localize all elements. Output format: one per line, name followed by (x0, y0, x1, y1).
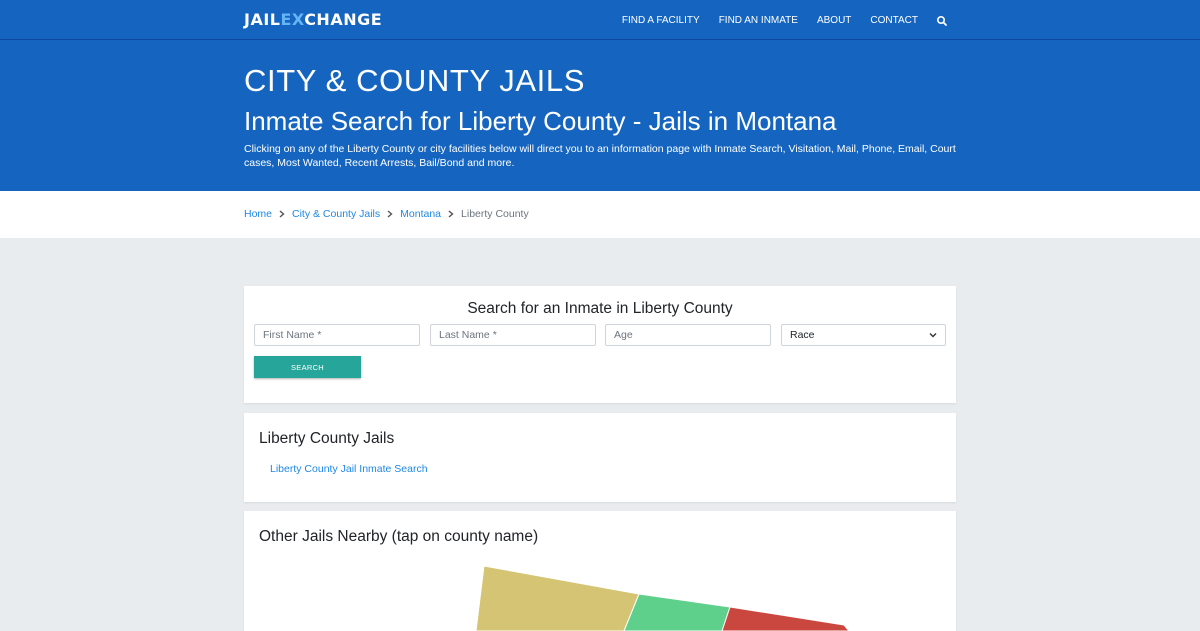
first-name-input[interactable] (254, 324, 420, 346)
map-county-1[interactable] (475, 565, 640, 631)
breadcrumb-city-county-jails[interactable]: City & County Jails (292, 208, 380, 220)
jail-link[interactable]: Liberty County Jail Inmate Search (270, 463, 428, 475)
nav-find-facility[interactable]: FIND A FACILITY (622, 15, 700, 26)
map-county-3[interactable] (721, 606, 850, 631)
chevron-right-icon (279, 210, 285, 218)
hero-banner: CITY & COUNTY JAILS Inmate Search for Li… (0, 40, 1200, 191)
nav-find-inmate[interactable]: FIND AN INMATE (719, 15, 798, 26)
breadcrumb: Home City & County Jails Montana Liberty… (244, 208, 529, 220)
site-logo[interactable]: JAILEXCHANGE (244, 10, 382, 29)
search-button[interactable]: SEARCH (254, 356, 361, 378)
county-jails-title: Liberty County Jails (259, 430, 395, 447)
nav-links: FIND A FACILITY FIND AN INMATE ABOUT CON… (603, 0, 948, 40)
logo-text-right: CHANGE (304, 10, 383, 29)
page-title: Inmate Search for Liberty County - Jails… (244, 106, 837, 136)
search-card-title: Search for an Inmate in Liberty County (467, 300, 733, 317)
county-jails-card: Liberty County Jails Liberty County Jail… (244, 413, 956, 502)
section-kicker: CITY & COUNTY JAILS (244, 63, 586, 98)
map-county-2[interactable] (623, 593, 731, 631)
last-name-input[interactable] (430, 324, 596, 346)
nav-contact[interactable]: CONTACT (870, 15, 918, 26)
breadcrumb-current: Liberty County (461, 208, 529, 220)
race-select-value: Race (790, 329, 815, 341)
logo-text-accent: EX (280, 10, 305, 29)
race-select[interactable]: Race (781, 324, 946, 346)
logo-text-left: JAIL (244, 10, 281, 29)
nearby-jails-card: Other Jails Nearby (tap on county name) (244, 511, 956, 631)
nav-about[interactable]: ABOUT (817, 15, 851, 26)
breadcrumb-bar: Home City & County Jails Montana Liberty… (0, 191, 1200, 238)
chevron-right-icon (448, 210, 454, 218)
chevron-right-icon (387, 210, 393, 218)
search-icon[interactable] (936, 14, 948, 26)
breadcrumb-montana[interactable]: Montana (400, 208, 441, 220)
intro-text: Clicking on any of the Liberty County or… (244, 143, 956, 169)
top-navbar: JAILEXCHANGE FIND A FACILITY FIND AN INM… (0, 0, 1200, 40)
inmate-search-card: Search for an Inmate in Liberty County R… (244, 286, 956, 403)
chevron-down-icon (929, 333, 937, 338)
breadcrumb-home[interactable]: Home (244, 208, 272, 220)
age-input[interactable] (605, 324, 771, 346)
county-map (475, 565, 850, 631)
